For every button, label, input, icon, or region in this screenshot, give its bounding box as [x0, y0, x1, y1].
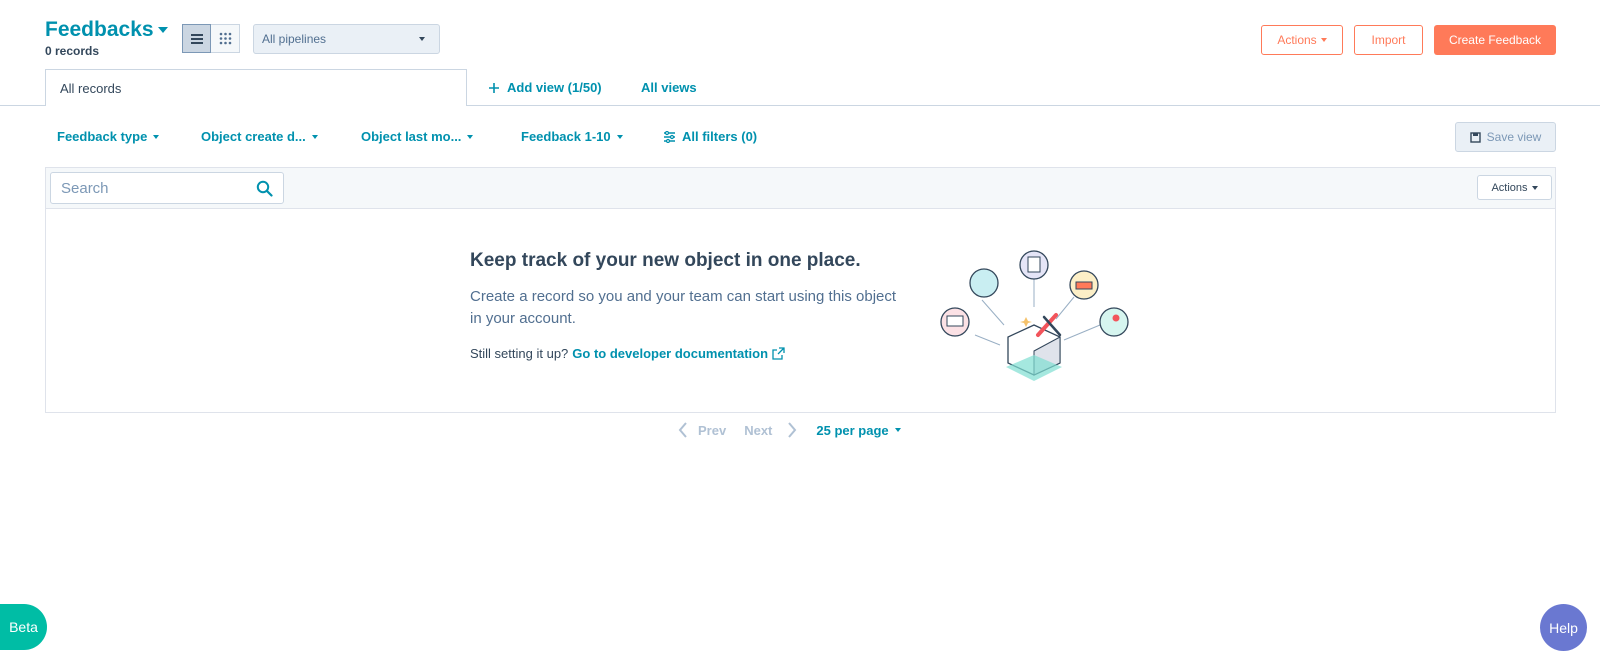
ticket-icon	[969, 268, 999, 298]
empty-state-heading: Keep track of your new object in one pla…	[470, 250, 861, 271]
external-link-icon[interactable]	[772, 347, 785, 360]
chevron-down-icon	[419, 37, 425, 41]
pipeline-select[interactable]: All pipelines	[253, 24, 440, 54]
page-title[interactable]: Feedbacks	[45, 18, 154, 42]
save-view-button[interactable]: Save view	[1455, 122, 1556, 152]
prev-button[interactable]: Prev	[698, 423, 726, 438]
search-input[interactable]	[61, 179, 241, 197]
add-view-label: Add view (1/50)	[507, 80, 602, 95]
table-actions-button[interactable]: Actions	[1477, 175, 1552, 200]
per-page-label: 25 per page	[816, 422, 889, 438]
tab-all-records[interactable]: All records	[45, 69, 467, 106]
developer-docs-link[interactable]: Go to developer documentation	[572, 346, 768, 361]
actions-button-label: Actions	[1277, 33, 1317, 47]
search-box[interactable]	[50, 172, 284, 204]
board-view-button[interactable]	[211, 24, 240, 53]
filter-object-create-date[interactable]: Object create d...	[201, 129, 318, 144]
grid-icon	[219, 32, 231, 45]
chevron-down-icon	[1320, 38, 1327, 42]
view-toggle	[182, 24, 240, 53]
developer-docs-prompt: Still setting it up? Go to developer doc…	[470, 346, 900, 361]
all-views-link[interactable]: All views	[641, 80, 697, 95]
chevron-right-icon[interactable]	[786, 421, 798, 439]
import-button-label: Import	[1371, 33, 1406, 47]
per-page-select[interactable]: 25 per page	[816, 422, 901, 438]
list-view-button[interactable]	[182, 24, 211, 53]
next-button[interactable]: Next	[744, 423, 772, 438]
chevron-down-icon	[153, 134, 160, 139]
pipeline-select-value: All pipelines	[262, 32, 327, 46]
help-label: Help	[1549, 619, 1578, 636]
map-pin-icon	[1099, 307, 1129, 337]
empty-state-body: Create a record so you and your team can…	[470, 288, 897, 327]
page-header: Feedbacks 0 records	[45, 18, 168, 58]
plus-icon	[489, 82, 499, 93]
tab-all-records-label: All records	[60, 81, 122, 96]
filter-label: Object create d...	[201, 129, 306, 144]
object-switcher[interactable]: Feedbacks	[45, 18, 168, 42]
filter-feedback-type[interactable]: Feedback type	[57, 129, 160, 144]
list-icon	[190, 33, 203, 44]
import-button[interactable]: Import	[1354, 25, 1423, 55]
record-count: 0 records	[45, 44, 100, 58]
help-button[interactable]: Help	[1540, 604, 1587, 651]
developer-docs-prompt-text: Still setting it up?	[470, 346, 569, 361]
save-view-label: Save view	[1486, 130, 1542, 144]
create-feedback-label: Create Feedback	[1448, 33, 1542, 47]
table-toolbar: Actions	[46, 168, 1555, 209]
empty-state: Keep track of your new object in one pla…	[470, 250, 900, 361]
save-icon	[1469, 131, 1481, 143]
filter-label: Object last mo...	[361, 129, 462, 144]
chevron-left-icon[interactable]	[677, 421, 689, 439]
chevron-down-icon	[1531, 185, 1538, 190]
filter-label: Feedback type	[57, 129, 148, 144]
filter-label: Feedback 1-10	[521, 129, 611, 144]
sliders-icon	[664, 130, 675, 143]
all-filters-button[interactable]: All filters (0)	[663, 129, 757, 144]
filter-label: All filters (0)	[682, 129, 758, 144]
filter-feedback-score[interactable]: Feedback 1-10	[521, 129, 623, 144]
beta-button[interactable]: Beta	[0, 604, 47, 650]
actions-button[interactable]: Actions	[1261, 25, 1343, 55]
table-actions-label: Actions	[1491, 181, 1528, 194]
chevron-down-icon	[157, 27, 168, 33]
empty-state-illustration	[940, 250, 1129, 381]
filter-object-last-modified[interactable]: Object last mo...	[361, 129, 474, 144]
add-view-button[interactable]: Add view (1/50)	[488, 80, 602, 95]
beta-label: Beta	[9, 619, 38, 635]
chevron-down-icon	[894, 428, 901, 432]
chevron-down-icon	[467, 134, 474, 139]
create-feedback-button[interactable]: Create Feedback	[1434, 25, 1556, 55]
chevron-down-icon	[311, 134, 318, 139]
chevron-down-icon	[616, 134, 623, 139]
pagination: Prev Next 25 per page	[677, 421, 901, 439]
search-icon[interactable]	[256, 180, 273, 197]
